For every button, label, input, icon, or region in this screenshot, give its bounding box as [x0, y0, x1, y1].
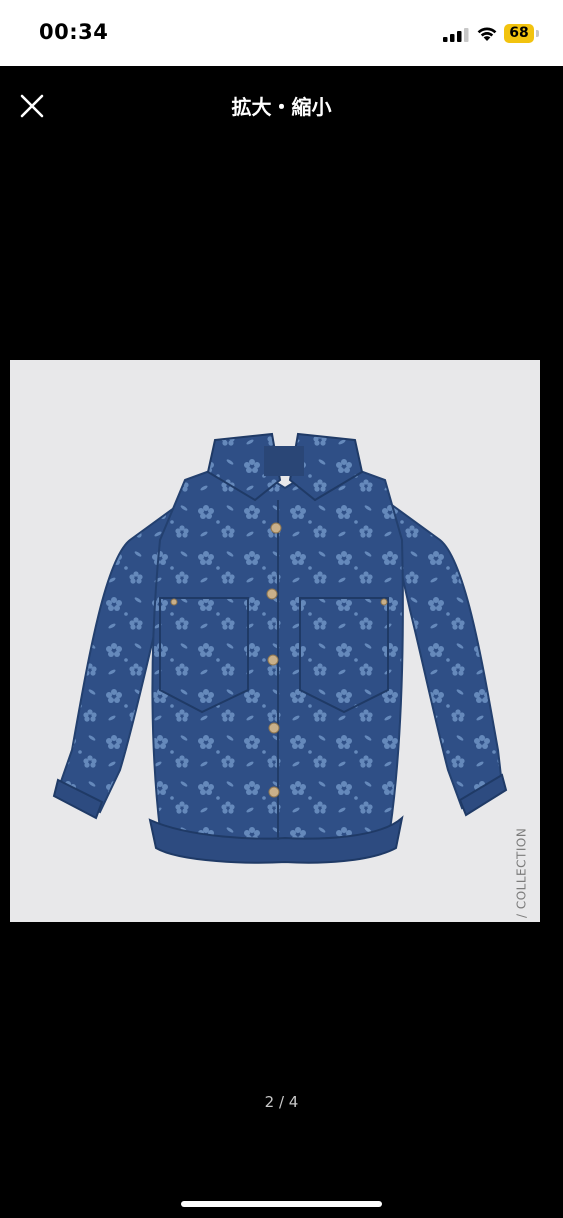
- image-watermark-text: / COLLECTION: [514, 827, 528, 918]
- status-bar: 00:34 68: [0, 0, 563, 66]
- wifi-icon: [477, 27, 497, 41]
- battery-percent: 68: [509, 25, 529, 41]
- status-time: 00:34: [39, 20, 109, 44]
- image-pager: 2 / 4: [264, 1093, 299, 1111]
- product-image[interactable]: / COLLECTION: [10, 360, 540, 922]
- denim-jacket-illustration: [52, 432, 508, 864]
- viewer-header: 拡大・縮小: [0, 66, 563, 142]
- cellular-signal-icon: [443, 28, 469, 42]
- page-title: 拡大・縮小: [231, 95, 332, 119]
- home-indicator[interactable]: [181, 1201, 382, 1207]
- battery-indicator: 68: [504, 24, 540, 43]
